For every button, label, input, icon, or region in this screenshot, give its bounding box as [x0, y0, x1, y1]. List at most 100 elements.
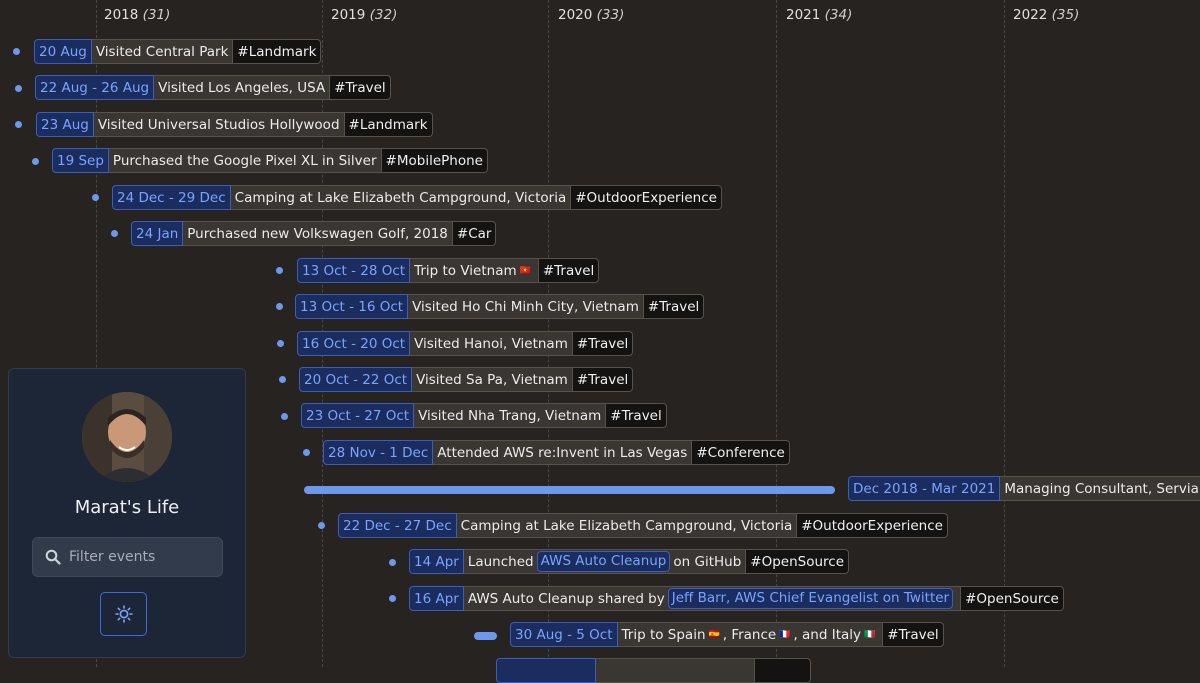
year-gridline-2022 [1004, 0, 1005, 667]
filter-events-input[interactable] [67, 548, 211, 566]
event-title: AWS Auto Cleanup shared by Jeff Barr, AWS… [463, 586, 962, 611]
event-tag[interactable]: #Travel [643, 294, 705, 319]
event-row[interactable]: 24 Jan Purchased new Volkswagen Golf, 20… [131, 221, 497, 246]
event-date: 20 Aug [34, 39, 92, 64]
event-tag[interactable]: #Travel [883, 622, 944, 647]
event-date: 22 Aug - 26 Aug [35, 75, 155, 100]
event-title: Launched AWS Auto Cleanup on GitHub [463, 549, 747, 574]
event-row[interactable]: 30 Aug - 5 Oct Trip to Spain 🇪🇸, France 🇫🇷… [510, 622, 944, 647]
event-title: Camping at Lake Elizabeth Campground, Vi… [230, 185, 572, 210]
event-date: 14 Apr [409, 549, 464, 574]
year-label-2021: 2021 (34) [786, 7, 853, 23]
event-marker [13, 48, 20, 55]
event-date: 24 Jan [131, 221, 184, 246]
event-row[interactable]: Dec 2018 - Mar 2021 Managing Consultant,… [848, 476, 1200, 501]
event-marker [15, 85, 22, 92]
year-label-2018: 2018 (31) [104, 7, 171, 23]
france-flag-icon: 🇫🇷 [779, 629, 791, 640]
vietnam-flag-icon: 🇻🇳 [519, 265, 531, 276]
year-label-2020: 2020 (33) [558, 7, 625, 23]
event-marker [92, 194, 99, 201]
event-row[interactable]: 20 Aug Visited Central Park #Landmark [34, 39, 322, 64]
event-row[interactable]: 22 Dec - 27 Dec Camping at Lake Elizabet… [338, 513, 948, 538]
event-title-text: Trip to Vietnam [414, 262, 517, 279]
event-tag[interactable]: #Conference [692, 440, 790, 465]
event-row[interactable]: 28 Nov - 1 Dec Attended AWS re:Invent in… [323, 440, 790, 465]
event-title-text: Launched [467, 553, 534, 570]
event-title: Trip to Vietnam 🇻🇳 [410, 258, 539, 283]
event-title: Attended AWS re:Invent in Las Vegas [433, 440, 693, 465]
event-marker [32, 158, 39, 165]
event-title: Visited Sa Pa, Vietnam [412, 367, 573, 392]
event-row[interactable]: 19 Sep Purchased the Google Pixel XL in … [52, 148, 488, 173]
avatar-image [82, 392, 172, 482]
event-row[interactable]: 24 Dec - 29 Dec Camping at Lake Elizabet… [112, 185, 722, 210]
event-date: 24 Dec - 29 Dec [112, 185, 231, 210]
event-date: 16 Oct - 20 Oct [297, 331, 411, 356]
event-title: Visited Universal Studios Hollywood [93, 112, 345, 137]
site-title: Marat's Life [74, 497, 180, 518]
event-date: 23 Aug [36, 112, 94, 137]
event-range-bar [304, 486, 835, 494]
event-tag[interactable]: #Travel [538, 258, 600, 283]
event-title-text: on GitHub [673, 553, 742, 570]
event-date: 30 Aug - 5 Oct [510, 622, 618, 647]
event-title: Trip to Spain 🇪🇸, France 🇫🇷, and Italy 🇮🇹 [617, 622, 884, 647]
event-title: Visited Los Angeles, USA [154, 75, 331, 100]
event-tag[interactable]: #Landmark [233, 39, 322, 64]
event-row[interactable]: 14 Apr Launched AWS Auto Cleanup on GitHub… [409, 549, 850, 574]
event-title-text: , France [722, 626, 777, 643]
event-row[interactable]: 16 Oct - 20 Oct Visited Hanoi, Vietnam #… [297, 331, 634, 356]
aws-auto-cleanup-link[interactable]: AWS Auto Cleanup [536, 551, 671, 572]
event-date: 19 Sep [52, 148, 109, 173]
event-title-text: Trip to Spain [621, 626, 706, 643]
event-date: 13 Oct - 16 Oct [295, 294, 409, 319]
event-tag[interactable]: #Car [452, 221, 497, 246]
event-marker [389, 559, 396, 566]
event-tag[interactable]: #Travel [572, 367, 634, 392]
profile-sidebar: Marat's Life [8, 368, 246, 658]
event-tag[interactable]: #Travel [606, 403, 667, 428]
event-row[interactable]: 16 Apr AWS Auto Cleanup shared by Jeff Ba… [409, 586, 1064, 611]
event-tag[interactable]: #OutdoorExperience [797, 513, 948, 538]
event-marker [279, 376, 286, 383]
event-tag[interactable]: #MobilePhone [381, 148, 488, 173]
theme-toggle-button[interactable] [100, 592, 147, 636]
event-tag[interactable]: #OpenSource [746, 549, 850, 574]
event-date: 22 Dec - 27 Dec [338, 513, 457, 538]
event-range-bar [474, 632, 497, 640]
event-tag[interactable]: #OutdoorExperience [571, 185, 722, 210]
event-title-text: , and Italy [793, 626, 861, 643]
event-row[interactable]: 23 Oct - 27 Oct Visited Nha Trang, Vietn… [301, 403, 667, 428]
event-date: 13 Oct - 28 Oct [297, 258, 411, 283]
year-label-2019: 2019 (32) [331, 7, 398, 23]
event-row[interactable]: 13 Oct - 28 Oct Trip to Vietnam 🇻🇳 #Trave… [297, 258, 600, 283]
event-date: 23 Oct - 27 Oct [301, 403, 415, 428]
event-title: Visited Central Park [91, 39, 234, 64]
event-row[interactable]: 20 Oct - 22 Oct Visited Sa Pa, Vietnam #… [299, 367, 634, 392]
event-title: Managing Consultant, Servian [1000, 476, 1200, 501]
year-label-2022: 2022 (35) [1013, 7, 1080, 23]
event-row[interactable]: 23 Aug Visited Universal Studios Hollywo… [36, 112, 433, 137]
event-tag[interactable] [755, 658, 811, 683]
event-marker [276, 303, 283, 310]
event-row-partial[interactable] [496, 658, 811, 683]
event-tag[interactable]: #Landmark [344, 112, 433, 137]
event-marker [318, 522, 325, 529]
event-marker [111, 230, 118, 237]
event-date [496, 658, 597, 683]
jeff-barr-twitter-link[interactable]: Jeff Barr, AWS Chief Evangelist on Twitt… [667, 588, 954, 609]
event-title: Camping at Lake Elizabeth Campground, Vi… [456, 513, 798, 538]
event-date: Dec 2018 - Mar 2021 [848, 476, 1001, 501]
search-icon [45, 549, 61, 565]
avatar [82, 392, 172, 482]
event-row[interactable]: 13 Oct - 16 Oct Visited Ho Chi Minh City… [295, 294, 705, 319]
event-date: 20 Oct - 22 Oct [299, 367, 413, 392]
event-marker [277, 340, 284, 347]
event-tag[interactable]: #Travel [572, 331, 634, 356]
filter-search-box[interactable] [32, 537, 223, 577]
event-tag[interactable]: #Travel [330, 75, 391, 100]
event-tag[interactable]: #OpenSource [961, 586, 1064, 611]
event-marker [303, 449, 310, 456]
event-row[interactable]: 22 Aug - 26 Aug Visited Los Angeles, USA… [35, 75, 391, 100]
